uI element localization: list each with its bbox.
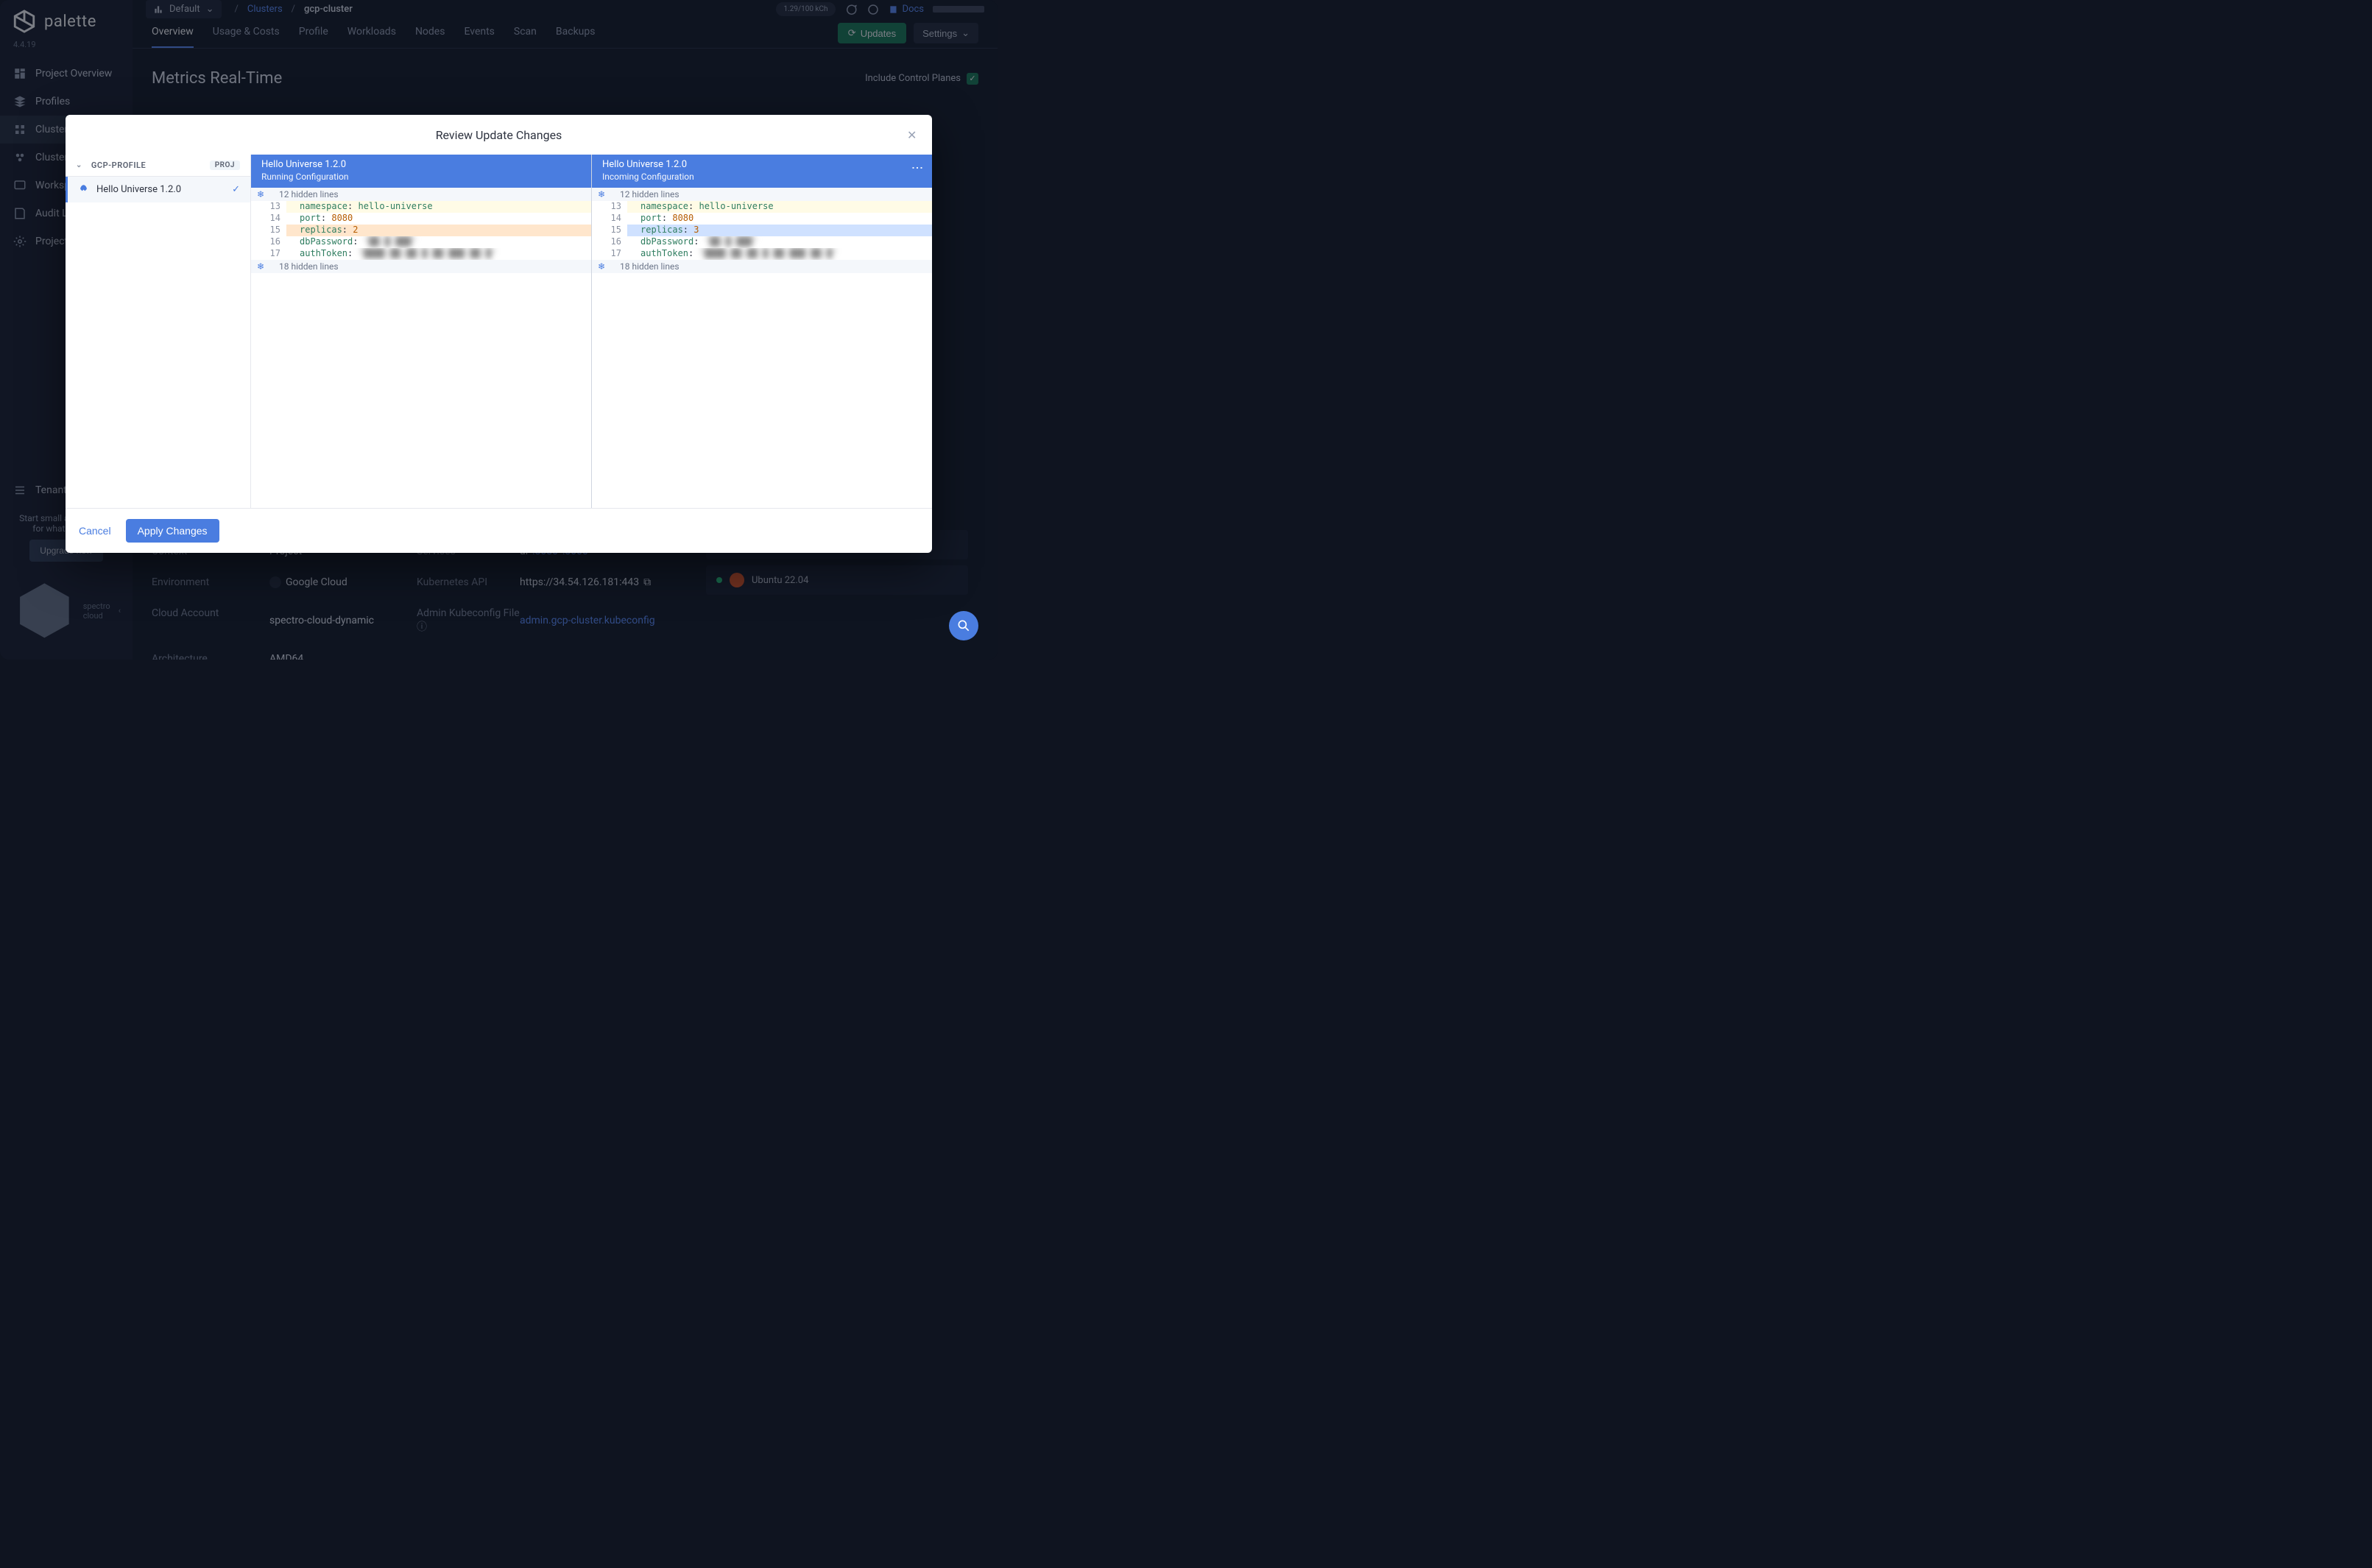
left-pane-header: Hello Universe 1.2.0 Running Configurati… — [251, 155, 591, 188]
left-subtitle: Running Configuration — [261, 172, 581, 182]
r13-val: hello-universe — [699, 201, 773, 211]
fold-top-left[interactable]: ❄12 hidden lines — [251, 188, 591, 201]
check-icon: ✓ — [232, 184, 240, 195]
profile-name: GCP-PROFILE — [91, 160, 146, 170]
left-title: Hello Universe 1.2.0 — [261, 159, 581, 170]
chevron-down-icon: ⌄ — [76, 161, 82, 169]
search-icon — [956, 618, 971, 633]
redacted-value: "██ █ ███" — [364, 236, 417, 247]
modal-title: Review Update Changes — [436, 128, 562, 142]
l13-val: hello-universe — [358, 201, 432, 211]
profile-header[interactable]: ⌄ GCP-PROFILE PROJ — [66, 155, 250, 177]
modal-footer: Cancel Apply Changes — [66, 508, 932, 553]
pack-item-label: Hello Universe 1.2.0 — [96, 184, 181, 195]
fold-icon: ❄ — [257, 261, 266, 272]
modal-sidebar: ⌄ GCP-PROFILE PROJ Hello Universe 1.2.0 … — [66, 155, 251, 508]
fold-icon: ❄ — [598, 261, 607, 272]
modal-header: Review Update Changes ✕ — [66, 115, 932, 155]
proj-badge: PROJ — [210, 160, 240, 170]
cancel-button[interactable]: Cancel — [79, 525, 111, 537]
fold-bottom-left[interactable]: ❄18 hidden lines — [251, 260, 591, 273]
redacted-value: "████ ██ ██ █ ██ ███ ██ █" — [699, 248, 837, 258]
app-window: palette 4.4.19 Project Overview Profiles… — [0, 0, 998, 660]
apply-changes-button[interactable]: Apply Changes — [126, 519, 219, 543]
r14-val: 8080 — [672, 213, 693, 223]
review-changes-modal: Review Update Changes ✕ ⌄ GCP-PROFILE PR… — [66, 115, 932, 553]
fold-icon: ❄ — [257, 189, 266, 199]
close-icon[interactable]: ✕ — [907, 128, 919, 140]
rocket-icon — [78, 184, 89, 195]
redacted-value: "████ ██ ██ █ ██ ███ ██ █" — [358, 248, 496, 258]
right-pane-header: Hello Universe 1.2.0 Incoming Configurat… — [592, 155, 932, 188]
diff-right-pane: ⋮ Hello Universe 1.2.0 Incoming Configur… — [591, 155, 932, 508]
help-fab[interactable] — [949, 611, 978, 640]
profile-pack-item[interactable]: Hello Universe 1.2.0 ✓ — [66, 177, 250, 202]
fold-icon: ❄ — [598, 189, 607, 199]
right-title: Hello Universe 1.2.0 — [602, 159, 922, 170]
diff-left-pane: Hello Universe 1.2.0 Running Configurati… — [251, 155, 591, 508]
fold-bottom-right[interactable]: ❄18 hidden lines — [592, 260, 932, 273]
l14-val: 8080 — [331, 213, 353, 223]
modal-overlay: Review Update Changes ✕ ⌄ GCP-PROFILE PR… — [0, 0, 998, 660]
right-subtitle: Incoming Configuration — [602, 172, 922, 182]
redacted-value: "██ █ ███" — [705, 236, 758, 247]
l15-left: 2 — [353, 225, 358, 235]
l15-right: 3 — [693, 225, 699, 235]
fold-top-right[interactable]: ❄12 hidden lines — [592, 188, 932, 201]
diff-view: Hello Universe 1.2.0 Running Configurati… — [251, 155, 932, 508]
